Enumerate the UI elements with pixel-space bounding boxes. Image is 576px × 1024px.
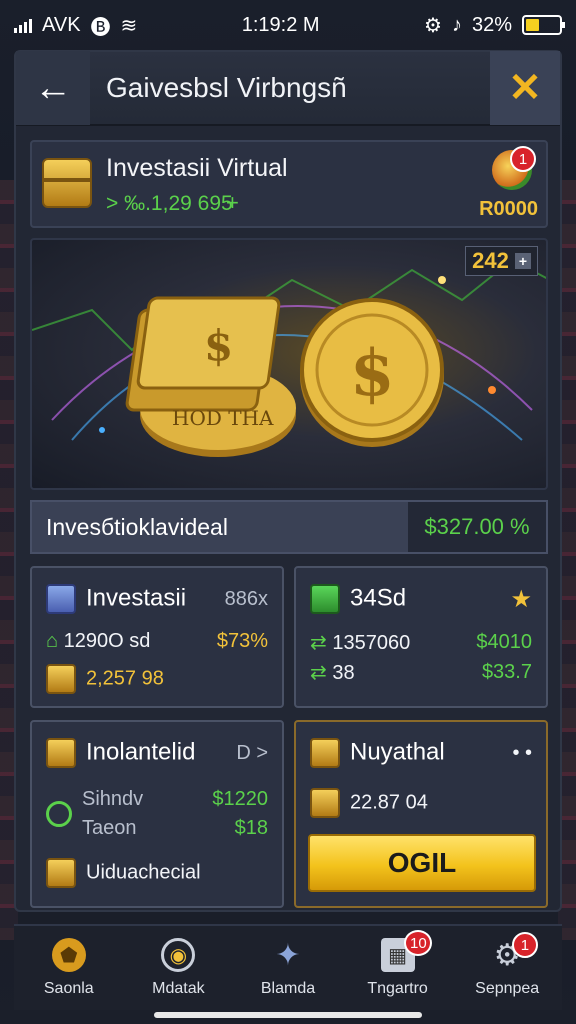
- card-a-badge: 886x: [224, 587, 268, 610]
- coupon-icon: [310, 788, 340, 818]
- portfolio-card[interactable]: Inolantelid D > Sihndv Taeon $1220 $18 U…: [30, 720, 284, 908]
- nav-item-calendar[interactable]: ▦ 10 Tngartro: [343, 926, 453, 1010]
- card-d-title: Nuyathal: [350, 738, 445, 766]
- leaf-icon: [310, 584, 340, 614]
- card-b-row1-label: 1357060: [332, 632, 411, 654]
- bottom-nav: ⬟ Saonla ◉ Mdatak ✦ Blamda ▦ 10 Tngartro…: [14, 924, 562, 1010]
- plus-icon[interactable]: +: [514, 253, 531, 269]
- home-icon: ⬟: [51, 938, 86, 972]
- summary-value: $327.00 %: [408, 502, 546, 552]
- card-c-mid-value1: $1220: [212, 788, 268, 810]
- card-c-title: Inolantelid: [86, 738, 196, 766]
- svg-text:$: $: [350, 336, 395, 411]
- chest-small-icon-2: [310, 738, 340, 768]
- card-d-row-value: 22.87 04: [350, 791, 428, 814]
- card-a-row2-label: 2,257 98: [86, 667, 164, 690]
- card-c-bottom: Uiduachecial: [86, 861, 201, 884]
- card-b-row1-value: $4010: [476, 631, 532, 653]
- card-c-mid-label1: Sihndv: [82, 788, 144, 810]
- chest-small-icon: [46, 738, 76, 768]
- swap-icon: ⇄: [310, 632, 333, 654]
- investment-notification-badge: 1: [510, 146, 536, 172]
- document-icon: [46, 858, 76, 888]
- alarm-icon: ⚙: [424, 14, 442, 37]
- investment-card[interactable]: Investasii Virtual > ‰.1,29 695 + 1 R000…: [30, 140, 548, 228]
- mute-icon: ♪: [451, 13, 462, 36]
- nav-item-settings[interactable]: ⚙ 1 Sepnpea: [452, 926, 562, 1010]
- battery-icon: [521, 15, 565, 35]
- nav-label: Sepnpea: [475, 980, 540, 997]
- page-title: Gaivesbsl Virbngsñ: [106, 72, 347, 103]
- reward-card[interactable]: 34Sd ★ ⇄ 1357060 $4010 ⇄ 38 $33.7: [294, 566, 548, 708]
- close-button[interactable]: ✕: [490, 51, 560, 125]
- wifi-icon: ≋: [120, 14, 138, 37]
- card-a-row1-value: $73%: [216, 630, 268, 652]
- svg-text:$: $: [204, 321, 233, 370]
- nav-item-star[interactable]: ✦ Blamda: [233, 926, 343, 1010]
- nav-label: Mdatak: [152, 980, 205, 997]
- swap-icon-2: ⇄: [310, 662, 333, 684]
- close-icon: ✕: [508, 66, 542, 110]
- carrier-label: AVK: [42, 13, 81, 36]
- investment-title: Investasii Virtual: [106, 154, 288, 182]
- back-arrow-icon: ←: [34, 66, 72, 109]
- nav-item-map[interactable]: ◉ Mdatak: [124, 926, 234, 1010]
- back-button[interactable]: ←: [16, 51, 90, 125]
- check-icon: [46, 801, 72, 827]
- b-icon: 🅑: [90, 16, 111, 39]
- card-a-row1-label: 1290O sd: [63, 630, 151, 652]
- coin-engraving: HOD THA: [172, 406, 274, 430]
- card-d-dots[interactable]: • •: [512, 742, 532, 765]
- card-b-row2-label: 38: [332, 662, 355, 684]
- status-time: 1:19:2 M: [241, 13, 320, 36]
- signal-icon: [14, 17, 32, 33]
- home-indicator[interactable]: [154, 1012, 422, 1018]
- status-bar: AVK 🅑 ≋ 1:19:2 M ⚙ ♪ 32%: [0, 0, 576, 50]
- star-icon[interactable]: ★: [510, 585, 532, 614]
- card-b-row2-value: $33.7: [481, 661, 532, 683]
- coin-small-icon: [46, 664, 76, 694]
- summary-bar[interactable]: Invesбtioklavideal $327.00 %: [30, 500, 548, 554]
- summary-label: Invesбtioklavideal: [46, 513, 228, 540]
- card-c-badge[interactable]: D >: [236, 742, 268, 765]
- investasi-card[interactable]: Investasii 886x ⌂ 1290O sd $73% 2,257 98: [30, 566, 284, 708]
- investment-plus[interactable]: +: [226, 190, 239, 216]
- hero-counter-value: 242: [472, 248, 509, 273]
- nav-item-home[interactable]: ⬟ Saonla: [14, 926, 124, 1010]
- app-header: ← Gaivesbsl Virbngsñ ✕: [16, 51, 560, 126]
- calendar-badge: 10: [404, 930, 433, 956]
- star-nav-icon: ✦: [275, 938, 301, 972]
- gold-coins-illustration: $ HOD THA $: [32, 258, 546, 457]
- investment-balance: > ‰.1,29 695: [106, 192, 233, 215]
- battery-percent: 32%: [471, 13, 512, 36]
- trend-icon: ⌂: [46, 630, 64, 652]
- settings-badge: 1: [511, 932, 538, 958]
- map-icon: ◉: [161, 938, 196, 972]
- hero-banner: $ HOD THA $ 242 +: [30, 238, 548, 490]
- chart-icon: [46, 584, 76, 614]
- investment-tag: R0000: [479, 198, 538, 220]
- card-b-title: 34Sd: [350, 584, 407, 612]
- nav-label: Tngartro: [367, 980, 428, 997]
- card-a-title: Investasii: [86, 584, 187, 612]
- chest-icon: [42, 158, 92, 208]
- hero-counter[interactable]: 242 +: [465, 246, 538, 276]
- cta-button[interactable]: OGIL: [308, 834, 536, 892]
- card-c-mid-label2: Taeon: [82, 817, 137, 839]
- card-c-mid-value2: $18: [234, 817, 268, 839]
- nav-label: Saonla: [43, 980, 94, 997]
- nav-label: Blamda: [260, 980, 316, 997]
